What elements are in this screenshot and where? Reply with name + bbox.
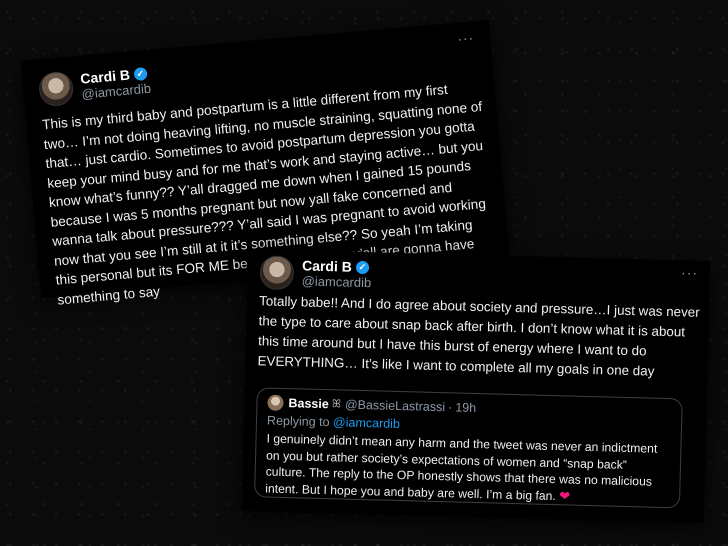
tweet-text: Totally babe!! And I do agree about soci…	[257, 293, 700, 379]
author-name[interactable]: Cardi B	[302, 257, 352, 274]
author-name-row[interactable]: Cardi B ✓	[302, 257, 372, 275]
avatar[interactable]	[267, 394, 284, 411]
author-block: Cardi B ✓ @iamcardib	[80, 65, 152, 103]
tweet-card-2[interactable]: Cardi B ✓ @iamcardib ··· Totally babe!! …	[241, 248, 711, 524]
quoted-text: I genuinely didn’t mean any harm and the…	[265, 431, 658, 503]
quoted-author-name[interactable]: Bassie	[288, 395, 329, 412]
tweet-2-header: Cardi B ✓ @iamcardib	[259, 255, 371, 292]
replying-to-prefix: Replying to	[266, 413, 330, 430]
quoted-separator: ·	[447, 400, 453, 415]
more-options-icon[interactable]: ···	[681, 264, 698, 280]
avatar[interactable]	[259, 255, 295, 291]
tweet-1-header: Cardi B ✓ @iamcardib	[37, 64, 152, 108]
verified-icon: ✓	[133, 66, 148, 81]
more-options-icon[interactable]: ···	[457, 29, 475, 46]
heart-icon: ❤	[559, 487, 571, 503]
replying-to-handle[interactable]: @iamcardib	[333, 415, 400, 431]
quoted-author-handle[interactable]: @BassieLastrassi	[345, 397, 446, 416]
quoted-timestamp[interactable]: 19h	[455, 399, 476, 416]
quoted-tweet[interactable]: Bassie ꕤ @BassieLastrassi · 19h Replying…	[254, 387, 683, 509]
quoted-author-badge: ꕤ	[331, 398, 342, 411]
author-handle[interactable]: @iamcardib	[301, 273, 371, 291]
author-block: Cardi B ✓ @iamcardib	[301, 257, 371, 291]
avatar[interactable]	[37, 70, 75, 108]
quoted-tweet-text: I genuinely didn’t mean any harm and the…	[265, 431, 671, 508]
verified-icon: ✓	[355, 260, 370, 274]
